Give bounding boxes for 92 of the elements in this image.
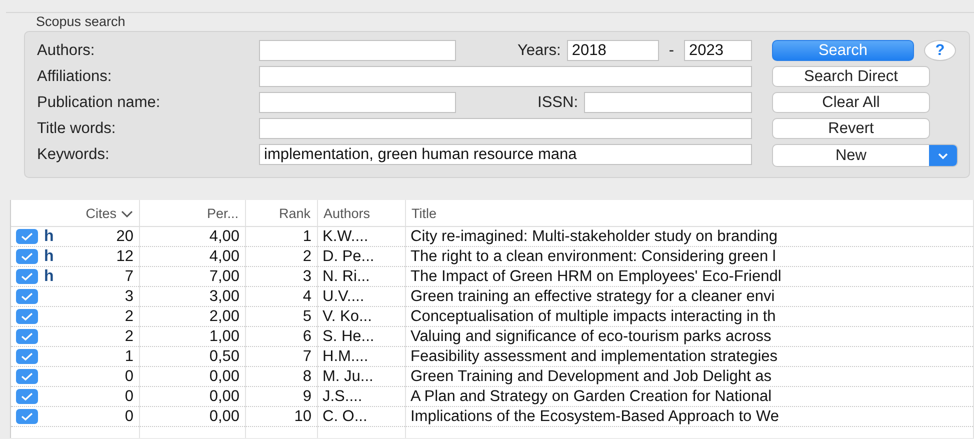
- table-cell: Green Training and Development and Job Delight as: [410, 368, 772, 385]
- help-button[interactable]: ?: [924, 40, 956, 61]
- table-cell: 0,50: [209, 348, 240, 365]
- h-index-mark: h: [44, 247, 55, 266]
- column-header[interactable]: Authors: [324, 206, 370, 220]
- table-cell: 9: [302, 388, 312, 405]
- field-label: Affiliations:: [37, 67, 113, 87]
- table-cell: 0: [124, 367, 134, 386]
- table-cell: 1: [302, 228, 312, 245]
- table-cell: Green training an effective strategy for a cleaner envi: [410, 288, 775, 305]
- checkbox[interactable]: [16, 269, 38, 284]
- table-cell: Conceptualisation of multiple impacts interacting in th: [410, 308, 776, 325]
- checkbox[interactable]: [16, 389, 38, 404]
- checkbox[interactable]: [16, 289, 38, 304]
- field-label: ISSN:: [538, 93, 578, 113]
- table-cell: 2: [124, 307, 134, 326]
- table-cell: 7,00: [209, 268, 240, 285]
- table-cell: 6: [302, 328, 312, 345]
- table-cell: 5: [302, 308, 312, 325]
- checkbox[interactable]: [16, 409, 38, 424]
- table-cell: 3: [124, 287, 134, 306]
- checkbox[interactable]: [16, 309, 38, 324]
- year-field[interactable]: 2018: [566, 40, 659, 61]
- checkbox[interactable]: [16, 249, 38, 264]
- group-title: Scopus search: [36, 14, 126, 29]
- table-cell: 4,00: [209, 228, 240, 245]
- table-cell: 2,00: [209, 308, 240, 325]
- column-header[interactable]: Per...: [206, 206, 238, 220]
- field-label: Authors:: [37, 41, 96, 61]
- year-field[interactable]: 2023: [684, 40, 752, 61]
- table-cell: J.S....: [322, 388, 362, 405]
- input-field[interactable]: [259, 40, 456, 61]
- checkbox[interactable]: [16, 229, 38, 244]
- input-field[interactable]: [259, 92, 456, 113]
- table-cell: U.V....: [322, 288, 364, 305]
- table-cell: 0: [124, 407, 134, 426]
- action-button[interactable]: Revert: [772, 118, 930, 139]
- table-cell: H.M....: [322, 348, 368, 365]
- input-field[interactable]: [584, 92, 752, 113]
- field-label: Title words:: [37, 119, 117, 139]
- checkbox[interactable]: [16, 369, 38, 384]
- table-cell: V. Ko...: [322, 308, 372, 325]
- chevron-down-icon: [929, 145, 957, 166]
- table-cell: 0,00: [209, 408, 240, 425]
- table-cell: 0,00: [209, 368, 240, 385]
- action-button[interactable]: Search Direct: [772, 66, 930, 87]
- checkbox[interactable]: [16, 349, 38, 364]
- table-cell: 0: [124, 387, 134, 406]
- h-index-mark: h: [44, 267, 55, 286]
- table-cell: The Impact of Green HRM on Employees' Eco-Friendl: [410, 268, 782, 285]
- table-cell: 7: [302, 348, 312, 365]
- input-field[interactable]: implementation, green human resource mana: [259, 144, 752, 165]
- table-cell: 10: [294, 408, 312, 425]
- table-cell: 1: [124, 347, 134, 366]
- range-dash: -: [668, 41, 674, 61]
- input-field[interactable]: [259, 66, 752, 87]
- table-cell: A Plan and Strategy on Garden Creation for National: [410, 388, 772, 405]
- table-cell: 8: [302, 368, 312, 385]
- table-cell: City re-imagined: Multi-stakeholder study on branding: [410, 228, 778, 245]
- table-cell: S. He...: [322, 328, 374, 345]
- checkbox[interactable]: [16, 329, 38, 344]
- table-cell: 3: [302, 268, 312, 285]
- table-cell: 4,00: [209, 248, 240, 265]
- table-cell: C. O...: [322, 408, 368, 425]
- table-cell: K.W....: [322, 228, 368, 245]
- table-cell: M. Ju...: [322, 368, 374, 385]
- table-cell: D. Pe...: [322, 248, 374, 265]
- field-label: Years:: [517, 41, 561, 61]
- table-cell: N. Ri...: [322, 268, 370, 285]
- input-field[interactable]: [259, 118, 752, 139]
- table-cell: The right to a clean environment: Considering green l: [410, 248, 776, 265]
- column-header[interactable]: Cites: [86, 206, 116, 220]
- table-cell: 3,00: [209, 288, 240, 305]
- table-cell: 7: [124, 267, 134, 286]
- action-button[interactable]: Clear All: [772, 92, 930, 113]
- field-label: Publication name:: [37, 93, 162, 113]
- table-cell: 2: [124, 327, 134, 346]
- chevron-down-icon: [120, 210, 132, 218]
- table-cell: Implications of the Ecosystem-Based Approach to We: [410, 408, 779, 425]
- table-cell: Feasibility assessment and implementation strategies: [410, 348, 778, 365]
- table-cell: 2: [302, 248, 312, 265]
- field-label: Keywords:: [37, 145, 110, 165]
- column-header[interactable]: Title: [412, 206, 437, 220]
- table-cell: 1,00: [209, 328, 240, 345]
- popup-button[interactable]: New: [772, 144, 958, 167]
- table-cell: 20: [116, 227, 134, 246]
- table-cell: 0,00: [209, 388, 240, 405]
- table-cell: 4: [302, 288, 312, 305]
- h-index-mark: h: [44, 227, 55, 246]
- table-cell: Valuing and significance of eco-tourism parks across: [410, 328, 772, 345]
- column-header[interactable]: Rank: [278, 206, 310, 220]
- table-cell: 12: [116, 247, 134, 266]
